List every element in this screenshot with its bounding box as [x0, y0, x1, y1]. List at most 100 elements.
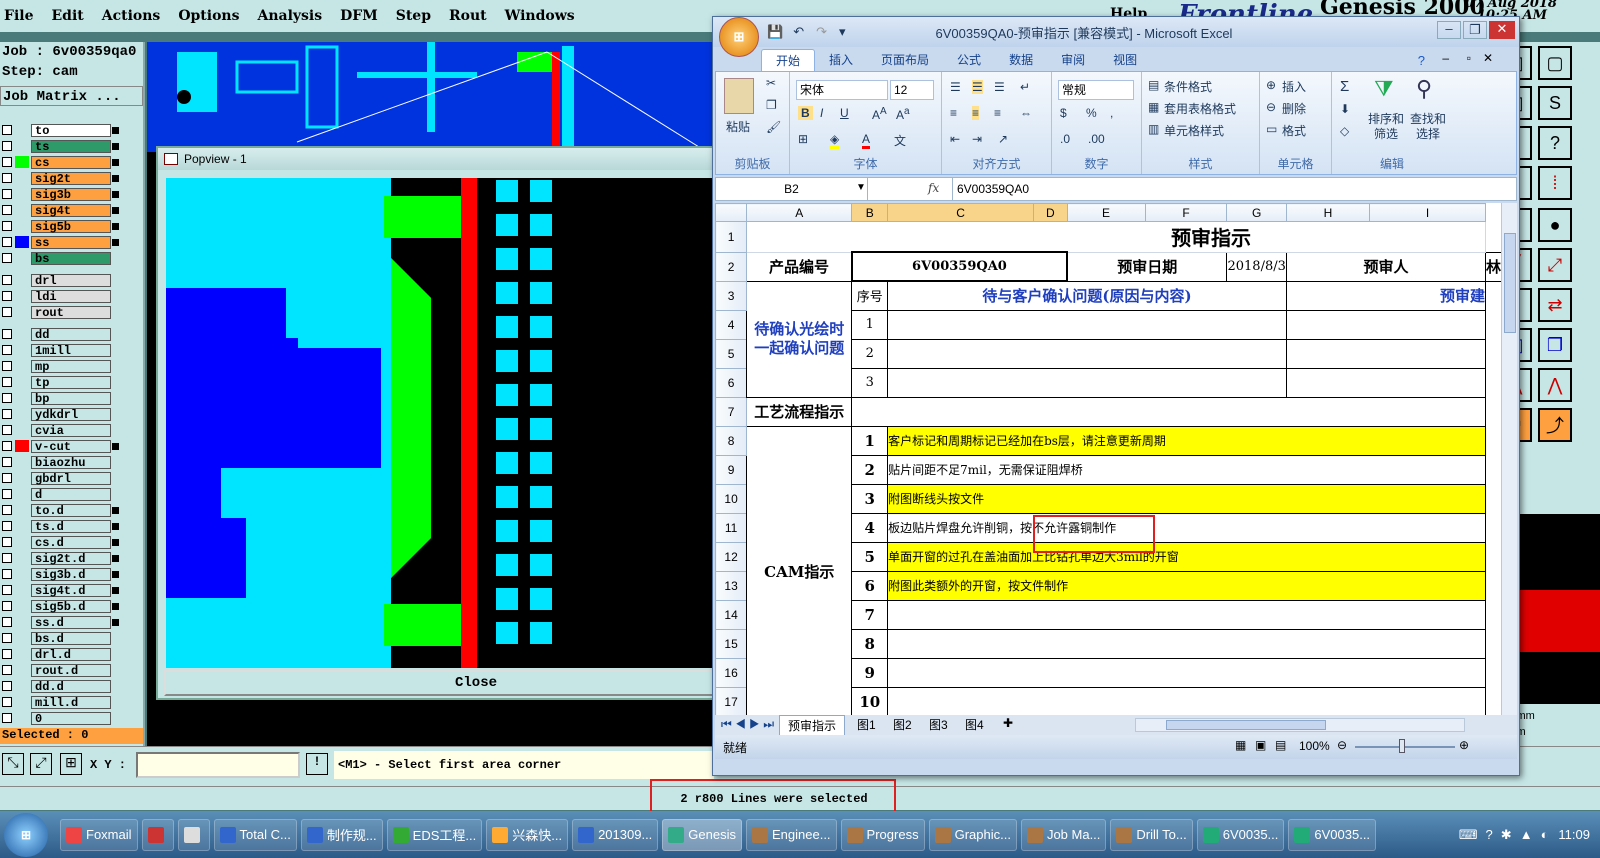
layer-row[interactable]: drl [2, 272, 145, 288]
tool-icon-2[interactable]: ▢ [1538, 46, 1572, 80]
taskbar-button[interactable]: 制作规... [300, 818, 383, 851]
taskbar-button[interactable]: 6V0035... [1196, 818, 1285, 851]
row-header-3[interactable]: 3 [715, 280, 748, 311]
layer-checkbox[interactable] [2, 275, 12, 285]
layer-row[interactable]: bs.d [2, 630, 145, 646]
horizontal-scrollbar[interactable] [1135, 718, 1465, 732]
row-header-13[interactable]: 13 [715, 570, 748, 601]
sheet-tab-main[interactable]: 预审指示 [779, 715, 846, 736]
layer-color-swatch[interactable] [15, 344, 29, 356]
layer-name[interactable]: sig3b.d [31, 567, 111, 581]
font-color-icon[interactable]: A [862, 132, 871, 149]
fill-icon[interactable]: ⬇ [1340, 102, 1350, 116]
row-header-11[interactable]: 11 [715, 512, 748, 543]
cam-item-text[interactable]: 附图此类额外的开窗，按文件制作 [887, 570, 1486, 601]
cam-item-number[interactable]: 10 [851, 686, 889, 715]
align-bottom-icon[interactable]: ☰ [994, 80, 1005, 94]
window-restore-button[interactable]: ❐ [1463, 21, 1487, 39]
cam-item-text[interactable]: 单面开窗的过孔在盖油面加上比钻孔单边大3mil的开窗 [887, 541, 1486, 572]
layer-color-swatch[interactable] [15, 306, 29, 318]
layer-checkbox[interactable] [2, 457, 12, 467]
seq-label[interactable]: 序号 [851, 280, 889, 311]
layer-checkbox[interactable] [2, 221, 12, 231]
product-value-cell[interactable]: 6V00359QA0 [850, 251, 1069, 282]
corner-select-all[interactable] [715, 203, 748, 222]
layer-checkbox[interactable] [2, 189, 12, 199]
shrink-font-icon[interactable]: Aa [896, 106, 910, 122]
layer-color-swatch[interactable] [15, 376, 29, 388]
align-top-icon[interactable]: ☰ [950, 80, 961, 94]
grow-font-icon[interactable]: AA [872, 106, 887, 122]
comma-icon[interactable]: , [1110, 106, 1113, 120]
layer-row[interactable]: bs [2, 250, 145, 266]
tab-insert[interactable]: 插入 [815, 49, 867, 71]
cell-style-icon[interactable]: ▥ [1148, 122, 1159, 136]
layer-color-swatch[interactable] [15, 680, 29, 692]
layer-name[interactable]: drl [31, 273, 111, 287]
layer-name[interactable]: to.d [31, 503, 111, 517]
layer-checkbox[interactable] [2, 409, 12, 419]
worksheet[interactable]: A B C D E F G H I 1 预审指示 2 产品编号 6V00359Q… [715, 203, 1517, 715]
suggest-cell-3[interactable] [1285, 367, 1486, 398]
layer-color-swatch[interactable] [15, 188, 29, 200]
taskbar-button[interactable]: Drill To... [1110, 818, 1193, 851]
layer-name[interactable]: bs.d [31, 631, 111, 645]
sheet-nav-icons[interactable]: ⏮ ◀ ▶ ⏭ [721, 717, 774, 732]
row-header-4[interactable]: 4 [715, 309, 748, 340]
flip-icon[interactable]: ⇄ [1538, 288, 1572, 322]
menu-actions[interactable]: Actions [102, 8, 161, 24]
cam-item-number[interactable]: 1 [851, 425, 889, 456]
issue-cell-2[interactable] [887, 338, 1287, 369]
layer-name[interactable]: rout.d [31, 663, 111, 677]
layer-color-swatch[interactable] [15, 274, 29, 286]
align-center-icon[interactable]: ≡ [972, 106, 980, 120]
ribbon-close-icon[interactable]: ✕ [1483, 51, 1493, 65]
clear-icon[interactable]: ◇ [1340, 124, 1349, 138]
layer-name[interactable]: dd.d [31, 679, 111, 693]
network-icon[interactable]: ◐ [1541, 827, 1549, 842]
layer-color-swatch[interactable] [15, 360, 29, 372]
sheet-tab-fig4[interactable]: 图4 [965, 716, 984, 733]
zoom-slider[interactable] [1355, 746, 1455, 748]
tray-settings-icon[interactable]: ✱ [1501, 827, 1512, 843]
increase-indent-icon[interactable]: ⇥ [972, 132, 982, 146]
layer-checkbox[interactable] [2, 601, 12, 611]
col-header-b[interactable]: B [851, 203, 889, 222]
number-format-select[interactable]: 常规 [1058, 80, 1134, 100]
cam-item-number[interactable]: 9 [851, 657, 889, 688]
layer-color-swatch[interactable] [15, 156, 29, 168]
zoom-out-icon[interactable]: ⊖ [1337, 738, 1347, 752]
layer-color-swatch[interactable] [15, 600, 29, 612]
layer-color-swatch[interactable] [15, 424, 29, 436]
layer-color-swatch[interactable] [15, 616, 29, 628]
layer-row[interactable]: biaozhu [2, 454, 145, 470]
layer-checkbox[interactable] [2, 125, 12, 135]
keyboard-icon[interactable]: ⌨ [1459, 827, 1478, 843]
delete-icon[interactable]: ⊖ [1266, 100, 1276, 114]
tab-data[interactable]: 数据 [995, 49, 1047, 71]
delete-cells-button[interactable]: 删除 [1282, 100, 1306, 117]
layer-row[interactable]: rout [2, 304, 145, 320]
layer-color-swatch[interactable] [15, 408, 29, 420]
layer-row[interactable]: sig5b.d [2, 598, 145, 614]
process-label[interactable]: 工艺流程指示 [746, 396, 853, 427]
popview-close-button[interactable]: Close [164, 670, 788, 696]
paste-button[interactable]: 粘贴 [726, 118, 750, 135]
layer-row[interactable]: cvia [2, 422, 145, 438]
layer-checkbox[interactable] [2, 173, 12, 183]
layer-checkbox[interactable] [2, 237, 12, 247]
format-as-table-button[interactable]: 套用表格格式 [1164, 100, 1236, 117]
taskbar-button[interactable]: Genesis [662, 818, 742, 851]
layer-checkbox[interactable] [2, 633, 12, 643]
layer-color-swatch[interactable] [15, 520, 29, 532]
layer-color-swatch[interactable] [15, 472, 29, 484]
date-value[interactable]: 2018/8/3 [1226, 251, 1287, 282]
layer-color-swatch[interactable] [15, 552, 29, 564]
layer-color-swatch[interactable] [15, 220, 29, 232]
layer-color-swatch[interactable] [15, 488, 29, 500]
layer-name[interactable]: sig3b [31, 187, 111, 201]
name-box-dropdown-icon[interactable]: ▼ [856, 182, 866, 193]
layer-row[interactable]: bp [2, 390, 145, 406]
view-break-icon[interactable]: ▤ [1275, 738, 1286, 752]
layer-color-swatch[interactable] [15, 504, 29, 516]
